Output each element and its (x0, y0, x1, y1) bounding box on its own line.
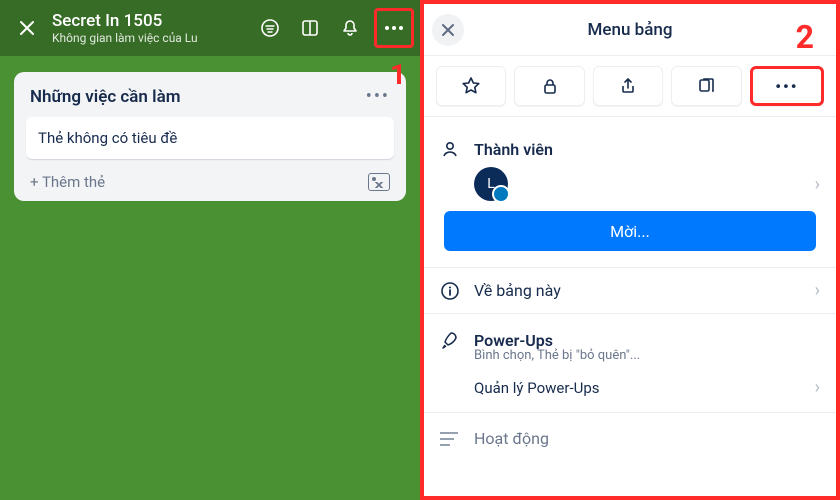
close-menu-button[interactable] (432, 14, 464, 46)
share-button[interactable] (593, 66, 663, 106)
menu-header: Menu bảng (424, 4, 836, 56)
members-chevron: › (815, 174, 820, 195)
activity-icon (440, 432, 460, 446)
activity-label: Hoạt động (474, 429, 549, 448)
powerups-section: Power-Ups Bình chọn, Thẻ bị "bỏ quên"...… (424, 314, 836, 413)
avatar-initial: L (487, 176, 495, 192)
members-row[interactable]: Thành viên (440, 131, 820, 167)
board-views-button[interactable] (292, 10, 328, 46)
chevron-right-icon: › (815, 377, 820, 398)
person-icon (440, 139, 460, 159)
list-more-button[interactable]: ••• (366, 86, 390, 107)
board-menu-panel: 2 Menu bảng ••• Thành viên L (420, 0, 840, 500)
chevron-right-icon: › (815, 280, 820, 301)
members-section: Thành viên L › Mời... (424, 117, 836, 268)
board-view: Secret In 1505 Không gian làm việc của L… (0, 0, 420, 500)
star-icon (461, 76, 481, 96)
filter-button[interactable] (252, 10, 288, 46)
list-footer: + Thêm thẻ (26, 169, 394, 191)
powerups-subtext: Bình chọn, Thẻ bị "bỏ quên"... (474, 348, 820, 363)
share-icon (619, 77, 637, 95)
info-icon (440, 281, 460, 301)
add-card-button[interactable]: + Thêm thẻ (30, 173, 105, 191)
about-label: Về bảng này (474, 281, 801, 300)
manage-powerups-row[interactable]: Quản lý Power-Ups › (440, 363, 820, 412)
star-button[interactable] (436, 66, 506, 106)
list-title[interactable]: Những việc cần làm (30, 87, 180, 107)
close-icon (18, 19, 36, 37)
manage-powerups-label: Quản lý Power-Ups (474, 379, 600, 397)
invite-button[interactable]: Mời... (444, 211, 816, 251)
close-icon (441, 23, 455, 37)
copy-button[interactable] (671, 66, 741, 106)
card[interactable]: Thẻ không có tiêu đề (26, 117, 394, 159)
image-template-icon[interactable] (368, 173, 390, 191)
rocket-icon (440, 330, 460, 350)
filter-icon (260, 18, 280, 38)
bell-icon (340, 18, 360, 38)
board-topbar: Secret In 1505 Không gian làm việc của L… (0, 0, 420, 56)
activity-row[interactable]: Hoạt động (424, 413, 836, 464)
annotation-step-1: 1 (390, 58, 406, 91)
powerups-label: Power-Ups (474, 331, 820, 350)
menu-more-button[interactable]: ••• (750, 66, 824, 106)
list: Những việc cần làm ••• Thẻ không có tiêu… (14, 72, 406, 201)
lock-button[interactable] (514, 66, 584, 106)
notifications-button[interactable] (332, 10, 368, 46)
about-board-row[interactable]: Về bảng này › (424, 268, 836, 314)
member-avatar[interactable]: L (474, 167, 508, 201)
copy-icon (697, 77, 715, 95)
menu-actions-row: ••• (424, 56, 836, 117)
board-title-block: Secret In 1505 Không gian làm việc của L… (52, 11, 248, 45)
lock-icon (541, 77, 559, 95)
menu-title: Menu bảng (588, 20, 673, 40)
more-horizontal-icon: ••• (775, 77, 798, 96)
board-more-button[interactable] (374, 8, 414, 48)
more-horizontal-icon (383, 25, 405, 31)
members-label: Thành viên (474, 140, 820, 159)
board-title: Secret In 1505 (52, 11, 248, 31)
board-icon (300, 18, 320, 38)
close-board-button[interactable] (10, 11, 44, 45)
list-header: Những việc cần làm ••• (26, 84, 394, 117)
workspace-name: Không gian làm việc của Lu (52, 31, 248, 45)
